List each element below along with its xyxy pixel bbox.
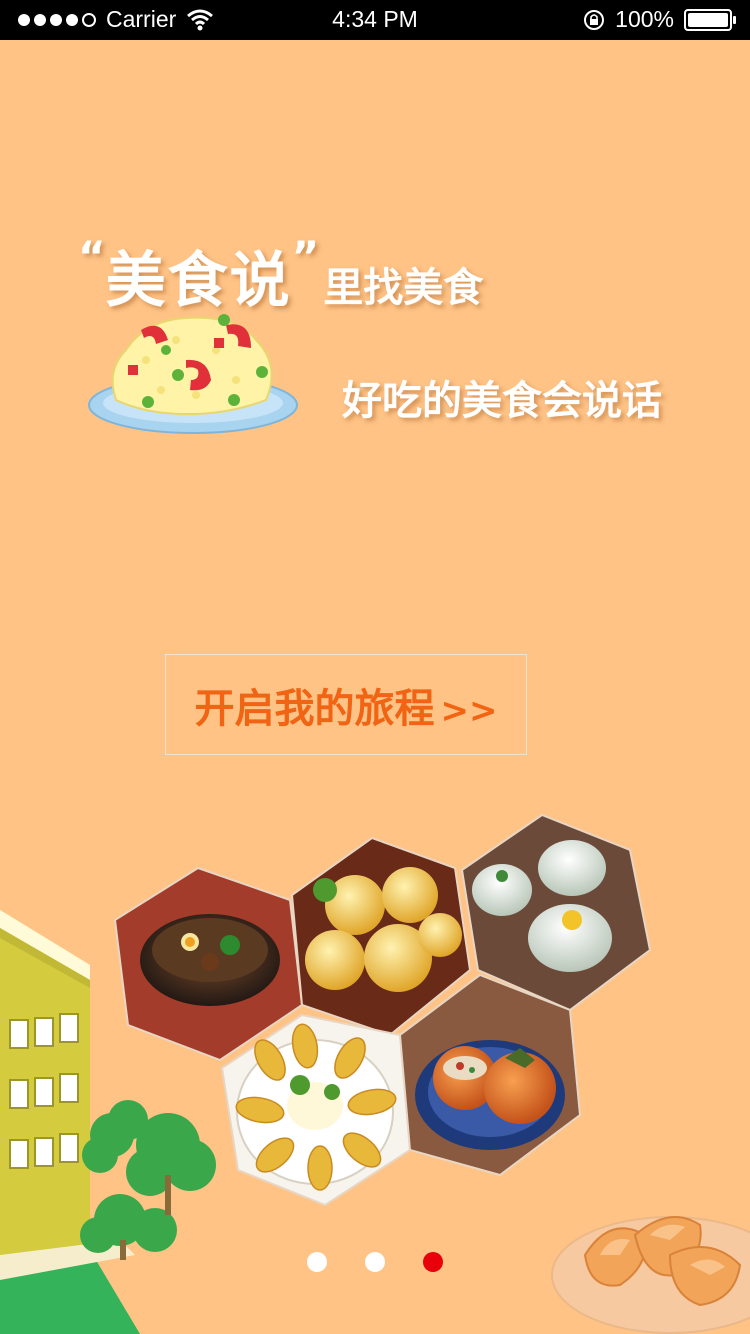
orientation-lock-icon xyxy=(584,9,605,30)
status-bar: Carrier 4:34 PM 100% xyxy=(0,0,750,40)
start-journey-button[interactable]: 开启我的旅程 >> xyxy=(165,654,527,755)
fried-rice-plate-icon xyxy=(88,314,298,434)
battery-percent: 100% xyxy=(615,6,674,32)
page-dot-3-active[interactable] xyxy=(423,1252,443,1272)
food-collage xyxy=(113,813,652,1207)
start-journey-label: 开启我的旅程 >> xyxy=(194,685,498,732)
brand-name: 美食说 xyxy=(105,246,292,316)
status-right: 100% xyxy=(583,6,736,33)
page-dot-2[interactable] xyxy=(365,1252,385,1272)
battery-icon xyxy=(684,8,736,31)
close-quote: ” xyxy=(291,232,320,281)
headline: “美食说”里找美食 xyxy=(78,232,483,319)
tagline: 好吃的美食会说话 xyxy=(342,378,662,424)
page-dot-1[interactable] xyxy=(307,1252,327,1272)
headline-tail: 里找美食 xyxy=(323,265,484,311)
double-chevron-right-icon: >> xyxy=(440,690,498,731)
open-quote: “ xyxy=(78,232,106,281)
page-indicator xyxy=(0,1252,750,1272)
